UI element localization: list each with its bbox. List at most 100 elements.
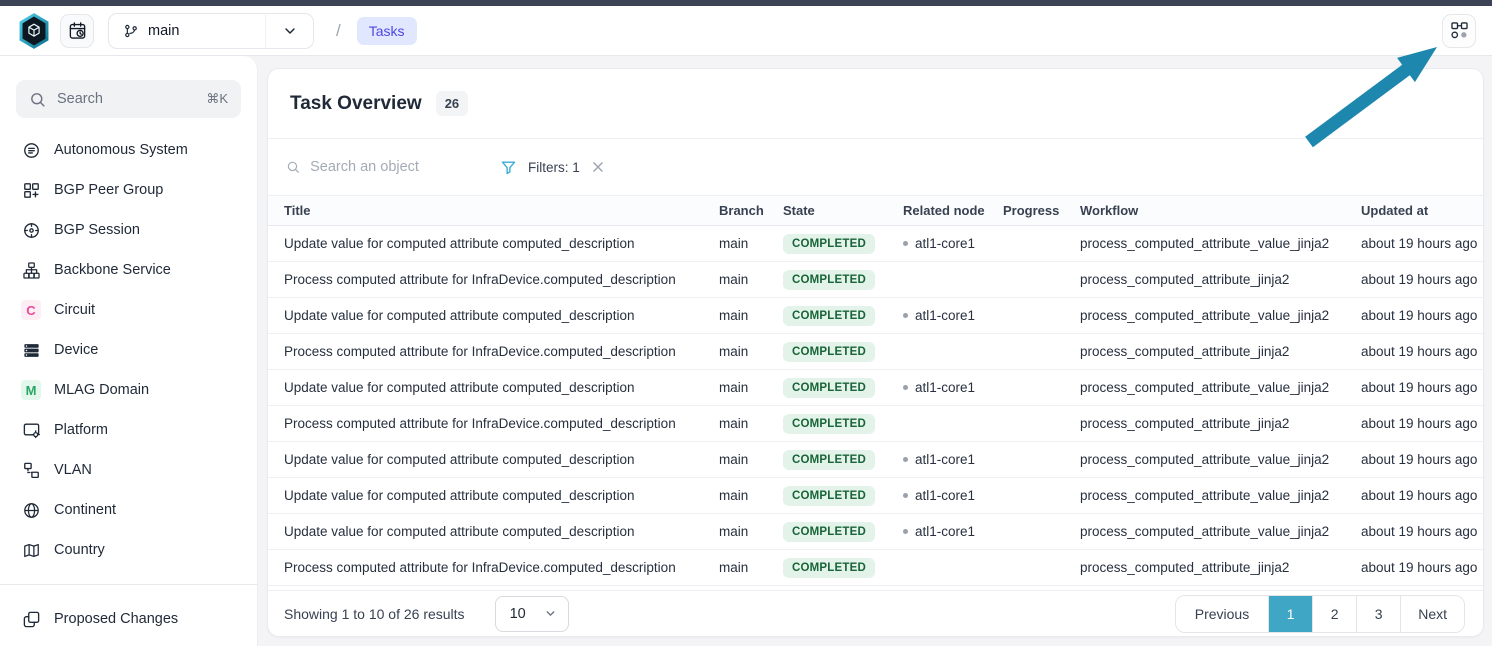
col-workflow: Workflow: [1072, 196, 1353, 226]
cell-progress: [995, 298, 1072, 334]
search-icon: [29, 91, 46, 108]
col-related-node: Related node: [895, 196, 995, 226]
time-travel-button[interactable]: [60, 14, 94, 48]
sidebar-item-vlan[interactable]: VLAN: [0, 450, 257, 490]
cell-progress: [995, 334, 1072, 370]
results-summary: Showing 1 to 10 of 26 results: [284, 606, 465, 622]
branch-name: main: [148, 23, 179, 39]
table-row[interactable]: Update value for computed attribute comp…: [268, 442, 1483, 478]
cell-branch: main: [711, 478, 775, 514]
node-dot: [903, 529, 908, 534]
page-size-value: 10: [510, 606, 526, 622]
proposed-changes-icon: [21, 609, 41, 629]
tasks-panel-button[interactable]: [1442, 14, 1476, 48]
node-dot: [903, 241, 908, 246]
sidebar-item-proposed-changes[interactable]: Proposed Changes: [0, 599, 257, 639]
platform-icon: [21, 420, 41, 440]
cell-state: COMPLETED: [775, 334, 895, 370]
sidebar-item-object-management[interactable]: Object Management: [0, 639, 257, 646]
cell-branch: main: [711, 370, 775, 406]
cell-updated-at: about 19 hours ago: [1353, 514, 1483, 550]
cell-progress: [995, 226, 1072, 262]
sidebar-item-platform[interactable]: Platform: [0, 410, 257, 450]
cell-state: COMPLETED: [775, 514, 895, 550]
breadcrumb-separator: /: [336, 21, 341, 41]
table-row[interactable]: Process computed attribute for InfraDevi…: [268, 406, 1483, 442]
cell-workflow: process_computed_attribute_value_jinja2: [1072, 226, 1353, 262]
cell-state: COMPLETED: [775, 442, 895, 478]
nav-label: VLAN: [54, 462, 92, 478]
previous-page-button[interactable]: Previous: [1176, 596, 1268, 632]
status-badge: COMPLETED: [783, 270, 875, 290]
page-button-2[interactable]: 2: [1312, 596, 1356, 632]
cell-updated-at: about 19 hours ago: [1353, 298, 1483, 334]
nav-label: Device: [54, 342, 98, 358]
branch-selector-value: main: [109, 23, 265, 39]
sidebar-item-backbone-service[interactable]: Backbone Service: [0, 250, 257, 290]
cell-branch: main: [711, 550, 775, 586]
table-row[interactable]: Update value for computed attribute comp…: [268, 226, 1483, 262]
search-icon: [286, 159, 300, 175]
calendar-clock-icon: [68, 21, 87, 40]
cell-workflow: process_computed_attribute_jinja2: [1072, 406, 1353, 442]
sidebar-item-device[interactable]: Device: [0, 330, 257, 370]
cell-title: Update value for computed attribute comp…: [268, 478, 711, 514]
sidebar-item-autonomous-system[interactable]: Autonomous System: [0, 130, 257, 170]
sidebar-item-mlag-domain[interactable]: M MLAG Domain: [0, 370, 257, 410]
table-row[interactable]: Update value for computed attribute comp…: [268, 514, 1483, 550]
cell-updated-at: about 19 hours ago: [1353, 478, 1483, 514]
cell-related-node: atl1-core1: [895, 478, 995, 514]
cell-state: COMPLETED: [775, 478, 895, 514]
cell-title: Process computed attribute for InfraDevi…: [268, 406, 711, 442]
sidebar-item-continent[interactable]: Continent: [0, 490, 257, 530]
sidebar-item-bgp-session[interactable]: BGP Session: [0, 210, 257, 250]
breadcrumb-tasks[interactable]: Tasks: [357, 17, 417, 45]
col-title: Title: [268, 196, 711, 226]
cell-progress: [995, 262, 1072, 298]
table-row[interactable]: Process computed attribute for InfraDevi…: [268, 334, 1483, 370]
cell-state: COMPLETED: [775, 298, 895, 334]
page-button-3[interactable]: 3: [1356, 596, 1400, 632]
nav-label: Backbone Service: [54, 262, 171, 278]
clear-filters-icon[interactable]: [591, 160, 605, 174]
page-size-select[interactable]: 10: [495, 596, 569, 632]
filter-funnel-icon[interactable]: [500, 159, 517, 176]
bgp-session-icon: [21, 220, 41, 240]
cell-related-node: [895, 406, 995, 442]
cell-updated-at: about 19 hours ago: [1353, 406, 1483, 442]
branch-selector[interactable]: main: [108, 13, 314, 49]
table-row[interactable]: Process computed attribute for InfraDevi…: [268, 262, 1483, 298]
status-badge: COMPLETED: [783, 342, 875, 362]
app-header: main / Tasks: [0, 6, 1492, 56]
sidebar-search[interactable]: Search ⌘K: [16, 80, 241, 118]
cell-progress: [995, 514, 1072, 550]
cell-workflow: process_computed_attribute_jinja2: [1072, 262, 1353, 298]
page-title: Task Overview: [290, 93, 422, 115]
status-badge: COMPLETED: [783, 450, 875, 470]
git-branch-icon: [123, 23, 139, 39]
sidebar-item-country[interactable]: Country: [0, 530, 257, 570]
table-row[interactable]: Process computed attribute for InfraDevi…: [268, 550, 1483, 586]
object-search-input[interactable]: [310, 159, 492, 175]
table-footer: Showing 1 to 10 of 26 results 10 Previou…: [268, 590, 1483, 636]
nav-label: Proposed Changes: [54, 611, 178, 627]
next-page-button[interactable]: Next: [1400, 596, 1464, 632]
table-header-row: Title Branch State Related node Progress…: [268, 196, 1483, 226]
table-row[interactable]: Update value for computed attribute comp…: [268, 478, 1483, 514]
object-search[interactable]: [286, 159, 492, 175]
infrahub-logo-icon[interactable]: [16, 11, 52, 51]
table-row[interactable]: Update value for computed attribute comp…: [268, 298, 1483, 334]
sidebar-item-bgp-peer-group[interactable]: BGP Peer Group: [0, 170, 257, 210]
cell-related-node: atl1-core1: [895, 370, 995, 406]
nav-label: Country: [54, 542, 105, 558]
cell-progress: [995, 442, 1072, 478]
sidebar-item-circuit[interactable]: C Circuit: [0, 290, 257, 330]
status-badge: COMPLETED: [783, 522, 875, 542]
node-dot: [903, 493, 908, 498]
page-button-1[interactable]: 1: [1268, 596, 1312, 632]
col-progress: Progress: [995, 196, 1072, 226]
cell-updated-at: about 19 hours ago: [1353, 226, 1483, 262]
circuit-letter-badge: C: [21, 300, 41, 320]
branch-selector-toggle[interactable]: [265, 14, 313, 48]
table-row[interactable]: Update value for computed attribute comp…: [268, 370, 1483, 406]
